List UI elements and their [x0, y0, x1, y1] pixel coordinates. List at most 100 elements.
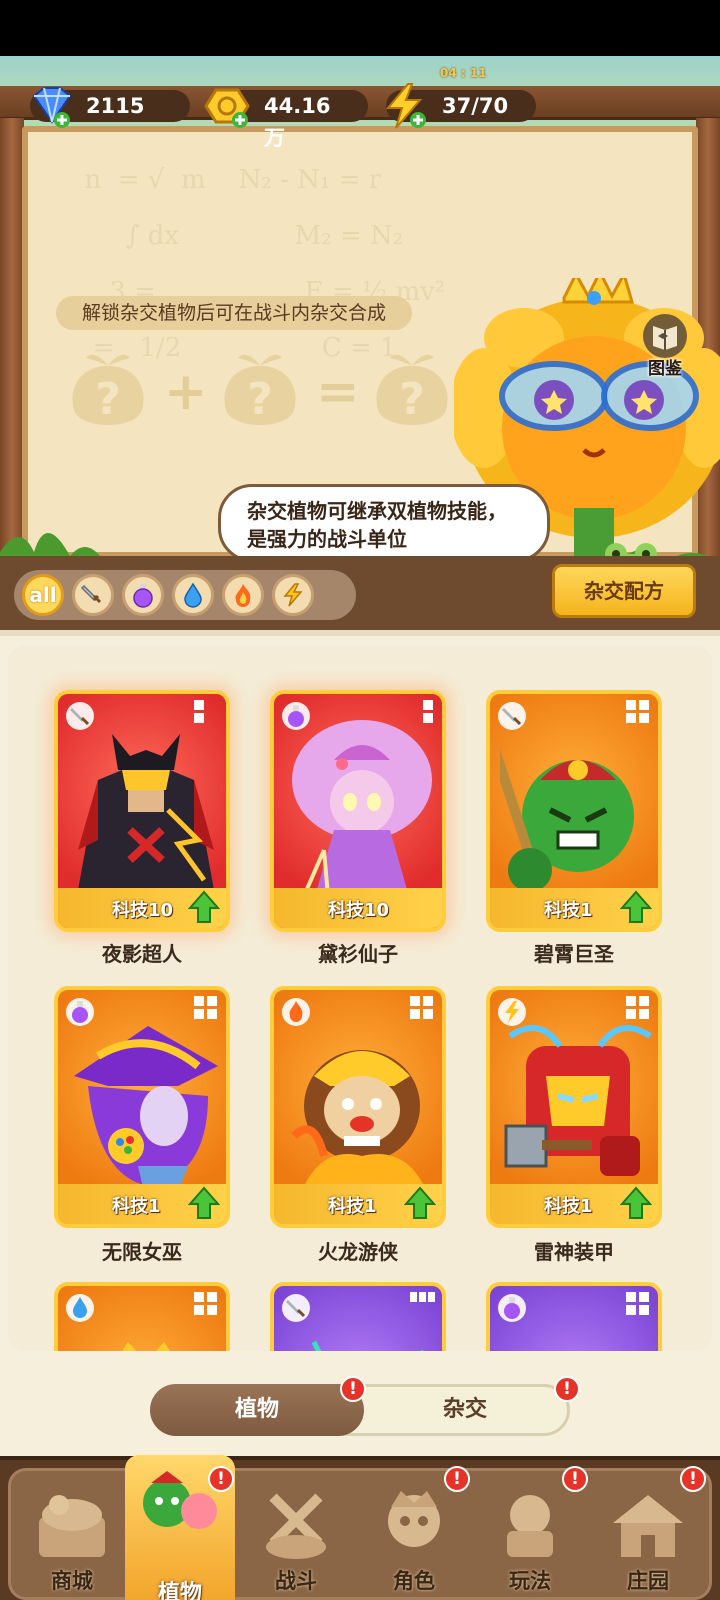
- lightning-plus-icon: [385, 83, 426, 129]
- water-drop-icon: [184, 582, 202, 608]
- nav-manor[interactable]: 庄园: [593, 1481, 703, 1600]
- energy-timer: 04 : 11: [440, 66, 487, 80]
- filter-water[interactable]: [172, 574, 214, 616]
- daishan-fairy-art: [292, 720, 432, 900]
- filter-lightning[interactable]: [272, 574, 314, 616]
- energy-value: 37/70: [442, 94, 509, 118]
- svg-text:?: ?: [399, 374, 425, 425]
- hybrid-recipe-button[interactable]: 杂交配方: [552, 564, 696, 618]
- card-level: 科技10: [328, 900, 390, 921]
- tab-hybrid[interactable]: 杂交: [363, 1387, 567, 1433]
- nav-battle[interactable]: 战斗: [241, 1481, 351, 1600]
- left-post: [0, 118, 24, 556]
- upgrade-arrow-icon[interactable]: [188, 1186, 220, 1220]
- plant-card[interactable]: 科技1: [486, 690, 662, 932]
- filter-potion[interactable]: [122, 574, 164, 616]
- energy-counter[interactable]: 37/70: [385, 83, 536, 129]
- infinity-witch-art: [74, 1026, 218, 1192]
- card-name: 黛衫仙子: [318, 942, 398, 966]
- card-name: 雷神装甲: [534, 1240, 614, 1264]
- bixiao-giant-saint-art: [500, 732, 634, 892]
- nav-label: 玩法: [509, 1569, 551, 1593]
- fire-dragon-ranger-art: [291, 1050, 424, 1186]
- plants-panel: 科技10 科技10 科技1 夜影超人 黛衫仙子 碧霄巨圣 科技1 科技1 科技1…: [0, 630, 720, 1460]
- gems-value: 2115: [86, 94, 145, 118]
- nav-shop[interactable]: 商城: [17, 1481, 127, 1600]
- card-level: 科技1: [544, 1196, 593, 1217]
- plant-card[interactable]: 科技1: [270, 986, 446, 1228]
- plus-sign: +: [164, 362, 208, 422]
- gold-counter[interactable]: 44.16万: [204, 88, 368, 150]
- nav-gameplay[interactable]: 玩法: [475, 1481, 585, 1600]
- unknown-seed-icon: ?: [72, 354, 144, 425]
- plant-card[interactable]: 科技10: [270, 690, 446, 932]
- gameplay-nav-alert-badge: !: [562, 1466, 588, 1492]
- hybrid-alert-badge: !: [554, 1376, 580, 1402]
- plant-art: [122, 1342, 170, 1351]
- nav-character[interactable]: 角色: [359, 1481, 469, 1600]
- battle-icon: [266, 1493, 326, 1559]
- tab-plants[interactable]: 植物: [150, 1384, 364, 1436]
- svg-text:?: ?: [95, 374, 121, 425]
- upgrade-arrow-icon[interactable]: [188, 890, 220, 924]
- svg-text:?: ?: [247, 374, 273, 425]
- status-bar: [0, 0, 720, 56]
- plant-card[interactable]: 科技10: [54, 690, 230, 932]
- fire-icon: [235, 584, 251, 607]
- type-filter: all: [14, 570, 356, 620]
- gems-counter[interactable]: 2115: [30, 87, 190, 128]
- unknown-seed-icon: ?: [376, 354, 448, 425]
- nav-label: 角色: [393, 1569, 435, 1593]
- character-icon: [388, 1491, 440, 1547]
- filter-fire[interactable]: [222, 574, 264, 616]
- resource-bar: 2115 44.16万 37/70: [30, 83, 536, 150]
- upgrade-arrow-icon[interactable]: [620, 1186, 652, 1220]
- lightning-icon: [283, 583, 303, 607]
- plant-card[interactable]: [486, 1282, 662, 1351]
- diamond-plus-icon: [32, 87, 72, 128]
- card-level: 科技1: [544, 900, 593, 921]
- plant-art: [542, 1350, 614, 1351]
- equals-sign: =: [316, 362, 360, 422]
- all-label: all: [29, 583, 57, 607]
- card-name: 夜影超人: [102, 942, 182, 966]
- upgrade-arrow-icon[interactable]: [404, 1186, 436, 1220]
- plant-card[interactable]: [54, 1282, 230, 1351]
- night-shadow-hero-art: [78, 734, 214, 890]
- card-name: 火龙游侠: [318, 1240, 398, 1264]
- nav-label: 植物: [157, 1581, 202, 1600]
- card-level: 科技1: [328, 1196, 377, 1217]
- card-name: 碧霄巨圣: [534, 942, 614, 966]
- plants-nav-alert-badge: !: [208, 1466, 234, 1492]
- manor-nav-alert-badge: !: [680, 1466, 706, 1492]
- plant-art: [311, 1340, 424, 1351]
- nav-label: 庄园: [627, 1569, 669, 1593]
- hybrid-formula: ? + ? = ?: [60, 348, 460, 436]
- bottom-nav-inner: 商城 植物 战斗 角色 玩法 庄园: [8, 1455, 712, 1600]
- nav-label: 商城: [51, 1569, 93, 1593]
- filter-all[interactable]: all: [22, 574, 64, 616]
- nav-label: 战斗: [275, 1569, 317, 1593]
- hybrid-scene: n = √ m N₂ - N₁ = r ∫ dx M₂ = N₂ 3 = E =…: [0, 56, 720, 556]
- hint-banner: 解锁杂交植物后可在战斗内杂交合成: [56, 296, 413, 330]
- bottom-nav: 商城 植物 战斗 角色 玩法 庄园: [0, 1455, 720, 1600]
- upgrade-arrow-icon[interactable]: [620, 890, 652, 924]
- filter-sword[interactable]: [72, 574, 114, 616]
- codex-label: 图鉴: [648, 359, 682, 379]
- card-level: 科技1: [112, 1196, 161, 1217]
- plant-card[interactable]: [270, 1282, 446, 1351]
- plants-alert-badge: !: [340, 1376, 366, 1402]
- thor-armor-art: [504, 1025, 652, 1176]
- plant-card[interactable]: 科技1: [486, 986, 662, 1228]
- frog-icon: [605, 543, 657, 556]
- manor-icon: [613, 1495, 683, 1557]
- card-level: 科技10: [112, 900, 174, 921]
- shop-icon: [39, 1495, 105, 1557]
- filter-area: all 杂交配方: [0, 556, 720, 636]
- card-grid[interactable]: 科技10 科技10 科技1 夜影超人 黛衫仙子 碧霄巨圣 科技1 科技1 科技1…: [8, 646, 712, 1351]
- codex-button[interactable]: 图鉴: [636, 312, 694, 382]
- unknown-seed-icon: ?: [224, 354, 296, 425]
- sword-icon: [80, 584, 102, 604]
- gameplay-icon: [507, 1495, 553, 1557]
- plant-card[interactable]: 科技1: [54, 986, 230, 1228]
